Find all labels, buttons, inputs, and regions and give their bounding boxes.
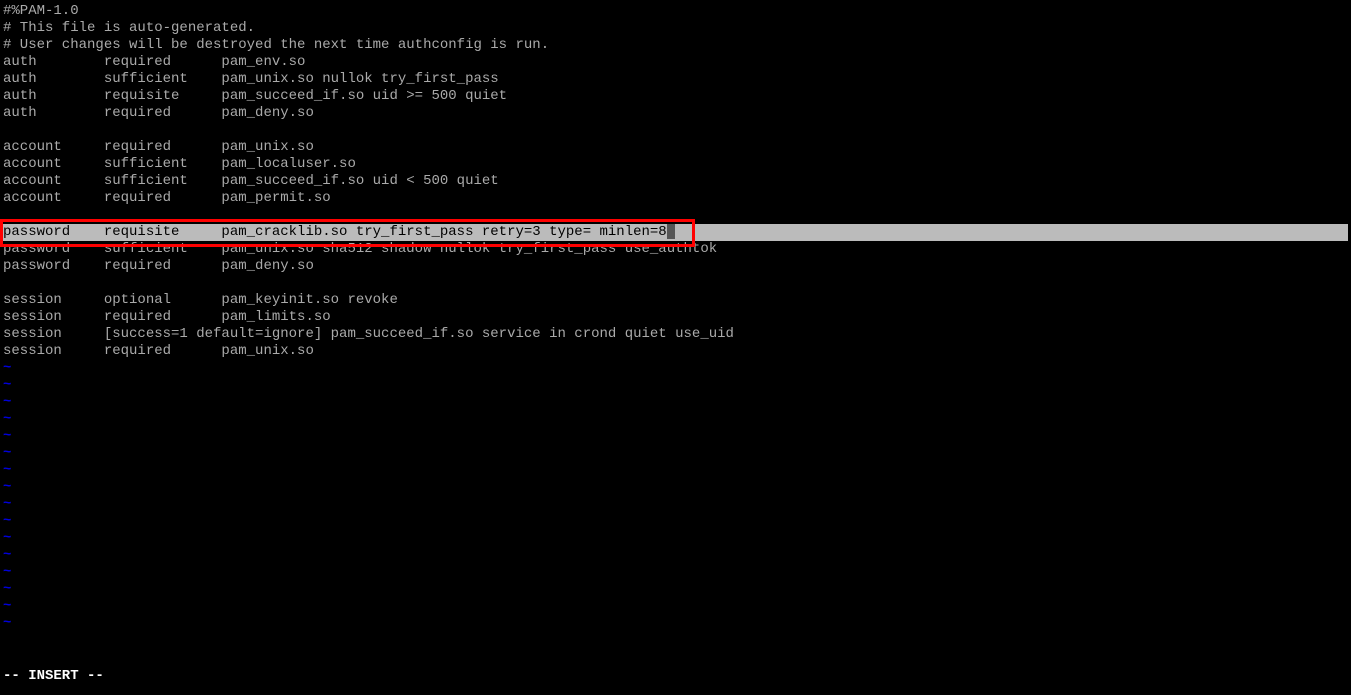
empty-line-tilde: ~ xyxy=(3,411,1348,428)
config-line xyxy=(3,122,1348,139)
empty-line-tilde: ~ xyxy=(3,360,1348,377)
config-line: password required pam_deny.so xyxy=(3,258,1348,275)
file-content-after: password sufficient pam_unix.so sha512 s… xyxy=(3,241,1348,360)
config-line: session required pam_unix.so xyxy=(3,343,1348,360)
vim-status-line: -- INSERT -- xyxy=(3,668,104,685)
cursor xyxy=(667,224,675,239)
config-line: # This file is auto-generated. xyxy=(3,20,1348,37)
empty-line-tilde: ~ xyxy=(3,564,1348,581)
config-line: session required pam_limits.so xyxy=(3,309,1348,326)
empty-line-tilde: ~ xyxy=(3,377,1348,394)
empty-line-tilde: ~ xyxy=(3,581,1348,598)
config-line xyxy=(3,275,1348,292)
config-line: session [success=1 default=ignore] pam_s… xyxy=(3,326,1348,343)
empty-line-tilde: ~ xyxy=(3,462,1348,479)
config-line: auth required pam_deny.so xyxy=(3,105,1348,122)
empty-line-tilde: ~ xyxy=(3,496,1348,513)
config-line: #%PAM-1.0 xyxy=(3,3,1348,20)
empty-line-tilde: ~ xyxy=(3,428,1348,445)
config-line: password sufficient pam_unix.so sha512 s… xyxy=(3,241,1348,258)
empty-line-tilde: ~ xyxy=(3,598,1348,615)
config-line xyxy=(3,207,1348,224)
empty-line-tilde: ~ xyxy=(3,530,1348,547)
empty-line-tilde: ~ xyxy=(3,445,1348,462)
empty-line-tilde: ~ xyxy=(3,513,1348,530)
empty-line-tilde: ~ xyxy=(3,479,1348,496)
empty-line-tilde: ~ xyxy=(3,394,1348,411)
empty-lines: ~~~~~~~~~~~~~~~~ xyxy=(3,360,1348,632)
config-line: account sufficient pam_localuser.so xyxy=(3,156,1348,173)
config-line: account sufficient pam_succeed_if.so uid… xyxy=(3,173,1348,190)
config-line: account required pam_permit.so xyxy=(3,190,1348,207)
empty-line-tilde: ~ xyxy=(3,615,1348,632)
highlighted-text: password requisite pam_cracklib.so try_f… xyxy=(3,224,667,240)
config-line: auth requisite pam_succeed_if.so uid >= … xyxy=(3,88,1348,105)
config-line: # User changes will be destroyed the nex… xyxy=(3,37,1348,54)
config-line: auth sufficient pam_unix.so nullok try_f… xyxy=(3,71,1348,88)
config-line: account required pam_unix.so xyxy=(3,139,1348,156)
config-line: auth required pam_env.so xyxy=(3,54,1348,71)
terminal-editor[interactable]: #%PAM-1.0# This file is auto-generated.#… xyxy=(0,0,1351,695)
empty-line-tilde: ~ xyxy=(3,547,1348,564)
config-line: session optional pam_keyinit.so revoke xyxy=(3,292,1348,309)
file-content-before: #%PAM-1.0# This file is auto-generated.#… xyxy=(3,3,1348,224)
highlighted-password-line: password requisite pam_cracklib.so try_f… xyxy=(3,224,1348,241)
